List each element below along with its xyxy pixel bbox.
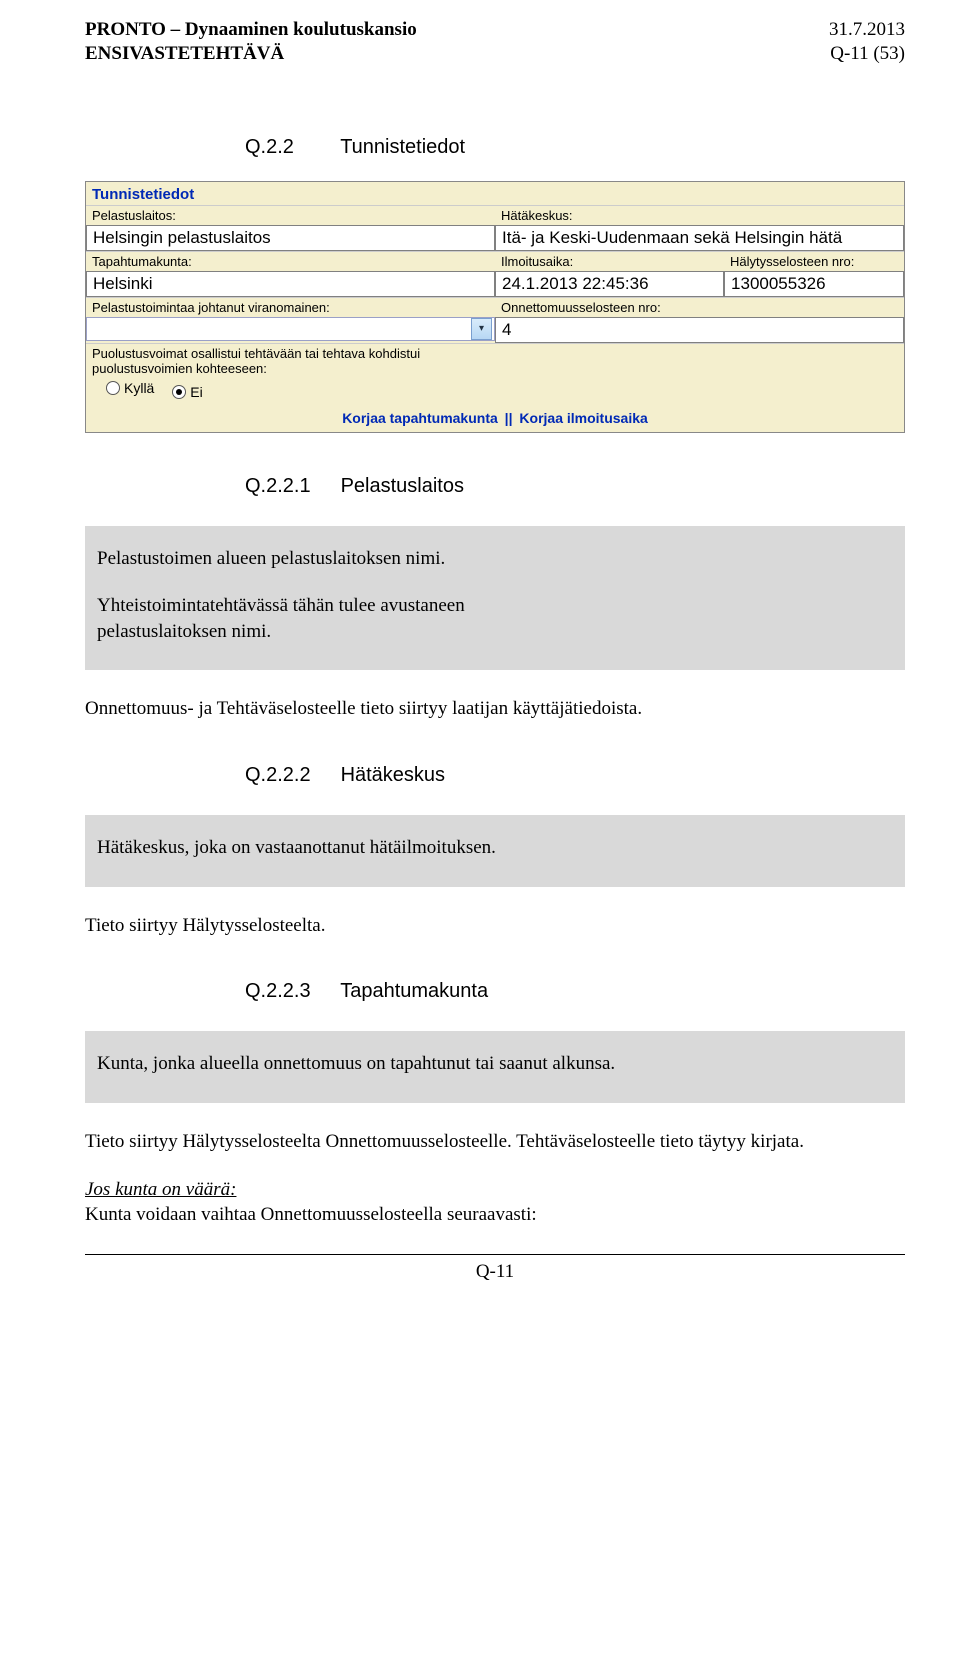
heading-text: Pelastuslaitos <box>341 475 464 497</box>
heading-num: Q.2.2.2 <box>245 764 335 787</box>
link-separator: || <box>505 410 513 426</box>
heading-text: Tunnistetiedot <box>340 136 465 158</box>
heading-q222: Q.2.2.2 Hätäkeskus <box>85 764 905 787</box>
radio-kylla-label: Kyllä <box>124 380 154 396</box>
radio-icon <box>172 385 186 399</box>
label-tapahtumakunta: Tapahtumakunta: <box>86 252 495 271</box>
form-title: Tunnistetiedot <box>86 182 904 205</box>
radio-kylla[interactable]: Kyllä <box>106 380 154 396</box>
heading-num: Q.2.2 <box>245 136 335 159</box>
heading-q223: Q.2.2.3 Tapahtumakunta <box>85 980 905 1003</box>
doc-title-1: PRONTO – Dynaaminen koulutuskansio <box>85 18 417 42</box>
paragraph: Tieto siirtyy Hälytysselosteelta. <box>85 913 905 939</box>
input-pelastuslaitos[interactable] <box>86 225 495 251</box>
page-header: PRONTO – Dynaaminen koulutuskansio ENSIV… <box>85 18 905 66</box>
input-halytysseloste-nro[interactable] <box>724 271 904 297</box>
label-pelastuslaitos: Pelastuslaitos: <box>86 206 495 225</box>
radio-icon <box>106 381 120 395</box>
footer-page: Q-11 <box>85 1255 905 1283</box>
paragraph: Tieto siirtyy Hälytysselosteelta Onnetto… <box>85 1129 905 1155</box>
emphasis-text: Jos kunta on väärä: <box>85 1179 236 1200</box>
doc-title-2: ENSIVASTETEHTÄVÄ <box>85 42 417 66</box>
link-korjaa-ilmoitusaika[interactable]: Korjaa ilmoitusaika <box>519 410 647 426</box>
label-puolustus-2: puolustusvoimien kohteeseen: <box>86 361 904 378</box>
radio-ei[interactable]: Ei <box>172 384 202 400</box>
label-ilmoitusaika: Ilmoitusaika: <box>495 252 724 271</box>
link-korjaa-tapahtumakunta[interactable]: Korjaa tapahtumakunta <box>342 410 498 426</box>
info-text: Yhteistoimintatehtävässä tähän tulee avu… <box>97 593 537 644</box>
label-hatakeskus: Hätäkeskus: <box>495 206 904 225</box>
info-text: Pelastustoimen alueen pelastuslaitoksen … <box>97 546 893 572</box>
paragraph-wrong-kunta: Jos kunta on väärä: Kunta voidaan vaihta… <box>85 1177 905 1228</box>
input-onnettomuus-nro[interactable] <box>495 317 904 343</box>
label-halytysseloste-nro: Hälytysselosteen nro: <box>724 252 904 271</box>
label-onnettomuus-nro: Onnettomuusselosteen nro: <box>495 298 904 317</box>
doc-date: 31.7.2013 <box>829 18 905 42</box>
radio-ei-label: Ei <box>190 384 202 400</box>
heading-text: Hätäkeskus <box>341 764 446 786</box>
input-tapahtumakunta[interactable] <box>86 271 495 297</box>
label-puolustus-1: Puolustusvoimat osallistui tehtävään tai… <box>86 344 904 361</box>
info-block-hatakeskus: Hätäkeskus, joka on vastaanottanut hätäi… <box>85 815 905 887</box>
info-text: Kunta, jonka alueella onnettomuus on tap… <box>97 1051 893 1077</box>
input-ilmoitusaika[interactable] <box>495 271 724 297</box>
paragraph: Onnettomuus- ja Tehtäväselosteelle tieto… <box>85 696 905 722</box>
info-text: Hätäkeskus, joka on vastaanottanut hätäi… <box>97 835 893 861</box>
heading-text: Tapahtumakunta <box>340 980 488 1002</box>
heading-num: Q.2.2.1 <box>245 475 335 498</box>
form-tunnistetiedot: Tunnistetiedot Pelastuslaitos: Hätäkesku… <box>85 181 905 433</box>
info-block-tapahtumakunta: Kunta, jonka alueella onnettomuus on tap… <box>85 1031 905 1103</box>
select-viranomainen[interactable]: ▾ <box>86 317 495 341</box>
heading-q22: Q.2.2 Tunnistetiedot <box>85 136 905 159</box>
input-hatakeskus[interactable] <box>495 225 904 251</box>
label-viranomainen: Pelastustoimintaa johtanut viranomainen: <box>86 298 495 317</box>
chevron-down-icon: ▾ <box>471 318 492 340</box>
heading-num: Q.2.2.3 <box>245 980 335 1003</box>
info-block-pelastuslaitos: Pelastustoimen alueen pelastuslaitoksen … <box>85 526 905 671</box>
heading-q221: Q.2.2.1 Pelastuslaitos <box>85 475 905 498</box>
doc-page-ref: Q-11 (53) <box>829 42 905 66</box>
paragraph-text: Kunta voidaan vaihtaa Onnettomuusseloste… <box>85 1204 537 1225</box>
